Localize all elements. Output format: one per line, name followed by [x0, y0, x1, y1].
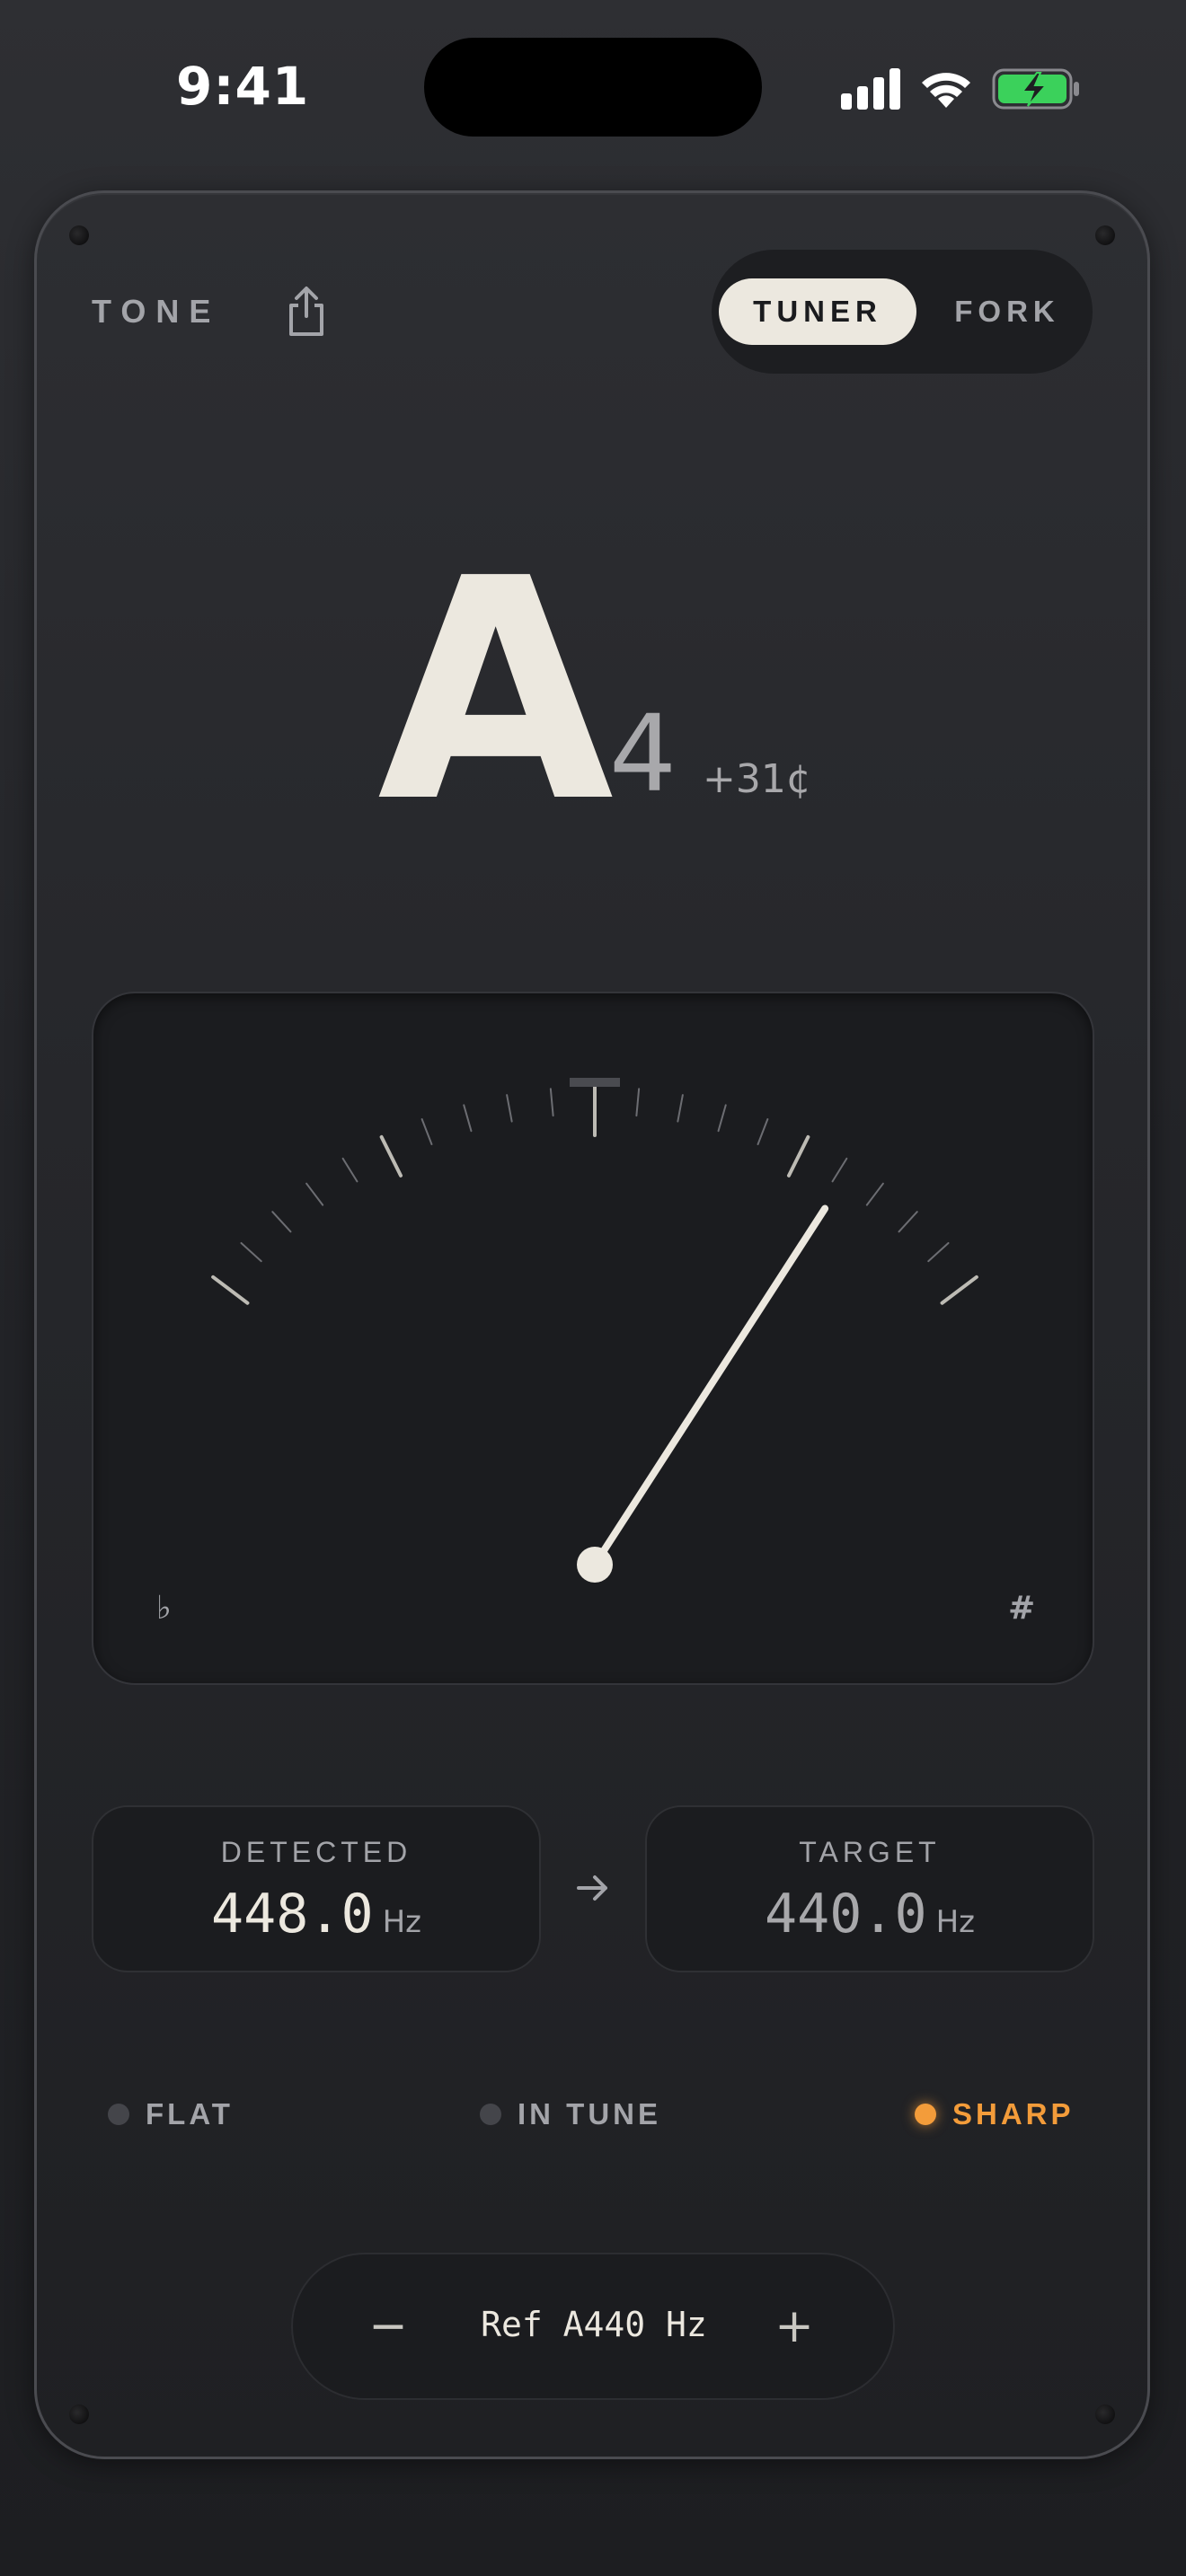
meter-ticks	[211, 1085, 978, 1305]
meter-minor-tick	[717, 1104, 727, 1133]
target-value: 440.0	[764, 1883, 927, 1945]
target-label: TARGET	[799, 1836, 941, 1868]
meter-major-tick	[940, 1275, 978, 1305]
meter-minor-tick	[757, 1118, 769, 1145]
ref-increase-button[interactable]: +	[758, 2290, 830, 2362]
indicator-in-tune: IN TUNE	[480, 2096, 661, 2132]
meter-minor-tick	[677, 1094, 684, 1123]
screw	[69, 225, 89, 245]
meter-minor-tick	[831, 1157, 848, 1183]
meter-dial	[211, 1078, 978, 1583]
ref-label: Ref A440 Hz	[481, 2305, 707, 2344]
meter-major-tick	[379, 1134, 403, 1178]
indicator-label: IN TUNE	[518, 2097, 661, 2130]
detected-value: 448.0	[210, 1883, 374, 1945]
mode-toggle: TUNER FORK	[712, 250, 1093, 374]
status-time: 9:41	[176, 56, 310, 117]
indicator-label: FLAT	[146, 2097, 234, 2130]
meter-minor-tick	[271, 1211, 292, 1233]
target-readout: TARGET 440.0 Hz	[645, 1805, 1094, 1972]
sharp-symbol: #	[1008, 1590, 1036, 1627]
meter-minor-tick	[506, 1094, 513, 1123]
indicator-label: SHARP	[952, 2097, 1075, 2130]
tuning-meter: ♭ #	[92, 992, 1094, 1685]
meter-minor-tick	[463, 1104, 473, 1133]
meter-major-tick	[786, 1134, 810, 1178]
indicator-sharp: SHARP	[915, 2096, 1075, 2132]
target-unit: Hz	[935, 1904, 976, 1940]
detected-unit: Hz	[382, 1904, 422, 1940]
center-mark	[570, 1078, 620, 1087]
battery-charging-icon	[992, 68, 1079, 110]
meter-minor-tick	[635, 1088, 641, 1117]
flat-symbol: ♭	[156, 1590, 172, 1627]
meter-minor-tick	[305, 1182, 324, 1206]
indicator-dot	[480, 2104, 501, 2125]
status-icons	[841, 68, 1079, 110]
note-letter: A	[377, 514, 615, 869]
dynamic-island	[424, 38, 762, 137]
status-bar: 9:41	[0, 0, 1186, 171]
cellular-signal-icon	[841, 68, 900, 110]
target-value-row: 440.0 Hz	[647, 1883, 1093, 1945]
detected-value-row: 448.0 Hz	[93, 1883, 539, 1945]
note-octave: 4	[609, 692, 677, 816]
meter-minor-tick	[341, 1157, 358, 1183]
meter-minor-tick	[240, 1241, 262, 1263]
meter-minor-tick	[549, 1088, 554, 1117]
note-cents: +31¢	[703, 756, 811, 802]
arrow-right-icon	[577, 1875, 607, 1901]
needle-pivot	[577, 1547, 613, 1583]
meter-needle	[591, 1204, 829, 1568]
meter-minor-tick	[865, 1182, 884, 1206]
wifi-icon	[922, 73, 970, 108]
indicator-flat: FLAT	[108, 2096, 234, 2132]
indicator-dot	[108, 2104, 129, 2125]
screw	[1095, 225, 1115, 245]
meter-minor-tick	[927, 1241, 950, 1263]
reference-control: − Ref A440 Hz +	[291, 2253, 895, 2400]
detected-readout: DETECTED 448.0 Hz	[92, 1805, 541, 1972]
share-icon[interactable]	[284, 286, 329, 338]
indicator-dot	[915, 2104, 936, 2125]
tab-tuner[interactable]: TUNER	[719, 278, 916, 345]
meter-minor-tick	[420, 1118, 433, 1145]
detected-label: DETECTED	[220, 1836, 412, 1868]
brand-label: TONE	[92, 293, 221, 330]
meter-minor-tick	[898, 1211, 918, 1233]
meter-major-tick	[211, 1275, 250, 1305]
tab-fork[interactable]: FORK	[931, 278, 1084, 345]
screw	[1095, 2404, 1115, 2424]
screw	[69, 2404, 89, 2424]
ref-decrease-button[interactable]: −	[352, 2290, 424, 2362]
